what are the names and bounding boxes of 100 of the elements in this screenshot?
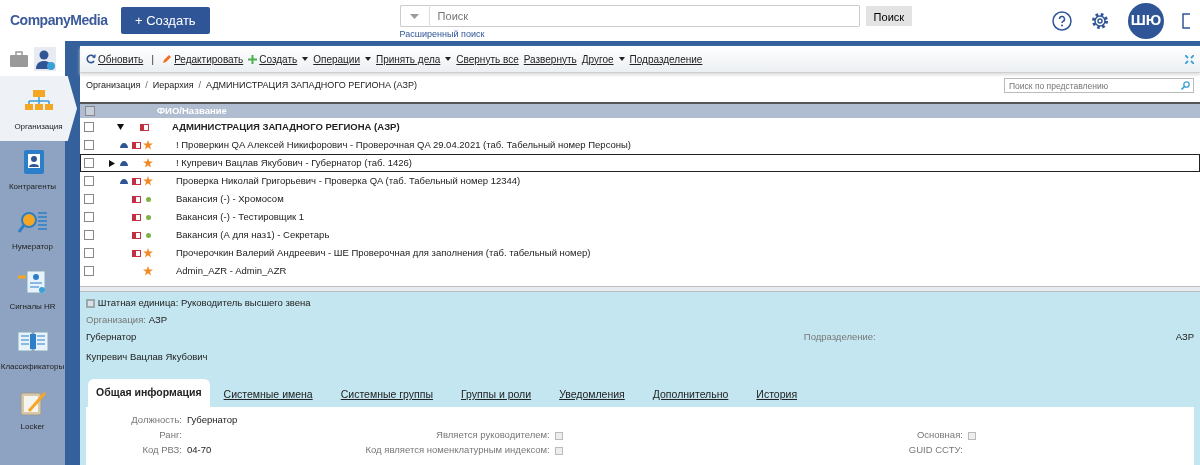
tab[interactable]: Дополнительно [638,383,743,407]
row-checkbox[interactable] [84,212,94,222]
tree-row[interactable]: Вакансия (-) - Тестировщик 1 [80,208,1200,226]
tab[interactable]: История [742,383,812,407]
row-checkbox[interactable] [84,176,94,186]
star-icon [143,248,153,258]
field-label: Должность: [130,413,182,428]
tree-row[interactable]: АДМИНИСТРАЦИЯ ЗАПАДНОГО РЕГИОНА (АЗР) [80,118,1200,136]
tree-row[interactable]: Вакансия (А для наз1) - Секретарь [80,226,1200,244]
row-title: Прочерочкин Валерий Андреевич - ШЕ Проверочная для заполнения (таб. табельный номер) [176,245,591,260]
tab[interactable]: Уведомления [545,383,639,407]
collapsed-icon[interactable] [109,159,115,167]
checkbox[interactable] [554,431,563,440]
toolbar-item[interactable]: Редактировать [162,51,244,67]
card-icon [139,123,149,131]
search-scope-dropdown[interactable] [399,5,430,27]
expanded-icon[interactable] [116,124,124,130]
row-checkbox[interactable] [84,122,94,132]
tree-row[interactable]: Проверка Николай Григорьевич - Проверка QA (таб. Табельный номер 12344) [80,172,1200,190]
person-icon [120,142,128,148]
create-button[interactable]: + Создать [121,6,210,35]
checkbox[interactable] [967,431,976,440]
breadcrumb-link[interactable]: АДМИНИСТРАЦИЯ ЗАПАДНОГО РЕГИОНА (АЗР) [206,78,417,93]
row-checkbox[interactable] [84,140,94,150]
toolbar-item[interactable]: Подразделение [629,51,703,67]
plus-icon [248,54,258,64]
tab[interactable]: Группы и роли [447,383,546,407]
card-icon [131,231,141,239]
settings-icon[interactable] [1090,10,1110,31]
tab[interactable]: Системные имена [209,383,327,407]
sidebar-item[interactable]: Locker [0,381,65,441]
toolbar-item[interactable]: Принять дела [376,51,452,67]
field-label: GUID ССТУ: [907,443,963,458]
toolbar-item[interactable]: Создать [248,51,309,67]
toolbar-item[interactable]: Другое [581,51,625,67]
card-icon [131,213,141,221]
star-icon [143,140,153,150]
advanced-search-link[interactable]: Расширенный поиск [399,29,485,39]
checkbox[interactable] [554,446,563,455]
select-all-checkbox[interactable] [85,106,95,116]
help-icon[interactable] [1052,10,1072,31]
user-avatar[interactable]: ШЮ [1128,2,1164,39]
logo[interactable]: CompanyMedia [10,10,120,31]
row-checkbox[interactable] [84,158,94,168]
caret-icon[interactable] [302,57,309,61]
tree-row[interactable]: ! Проверкин QA Алексей Никифорович - Проверочная QA 29.04.2021 (таб. Табельный номер Персоны) [80,136,1200,154]
card-icon [131,141,141,149]
star-icon [143,176,153,186]
search-icon[interactable] [1181,81,1190,90]
row-title: АДМИНИСТРАЦИЯ ЗАПАДНОГО РЕГИОНА (АЗР) [172,119,400,134]
caret-icon[interactable] [365,57,371,61]
tab[interactable]: Системные группы [326,383,447,407]
sidebar-item[interactable]: Классификаторы [0,321,65,381]
sidebar-item[interactable]: Контрагенты [0,141,65,201]
toolbar-item[interactable]: Свернуть все [456,51,519,67]
field-label: Код РВЗ: [141,443,182,458]
row-checkbox[interactable] [84,230,94,240]
row-checkbox[interactable] [84,194,94,204]
tree-row[interactable]: Прочерочкин Валерий Андреевич - ШЕ Проверочная для заполнения (таб. табельный номер) [80,244,1200,262]
pencil-icon [162,54,173,64]
field-label: Основная: [915,428,963,443]
caret-icon[interactable] [445,57,452,61]
dot-icon [145,196,151,202]
search-button[interactable]: Поиск [865,6,913,26]
row-title: ! Купревич Вацлав Якубович - Губернатор (таб. 1426) [176,155,412,170]
row-checkbox[interactable] [84,248,94,258]
tab[interactable]: Общая информация [88,379,210,407]
sidebar-item[interactable]: Сигналы HR [0,261,65,321]
caret-icon[interactable] [618,57,625,61]
sidebar-item[interactable]: Организация [0,76,77,141]
breadcrumb-separator: / [145,78,148,92]
search-field[interactable]: Поиск [429,5,860,27]
field-label: Ранг: [158,428,182,443]
view-search-field[interactable]: Поиск по представлению [1004,78,1194,93]
logout-icon[interactable] [1182,11,1190,30]
panel-title: Штатная единица: Руководитель высшего звена [97,296,311,310]
field-value: Губернатор [187,413,238,428]
field-value: АЗР [148,313,167,327]
row-checkbox[interactable] [84,266,94,276]
breadcrumb-separator: / [198,78,202,92]
field-label: Подразделение: [803,330,876,344]
tree-row[interactable]: ! Купревич Вацлав Якубович - Губернатор (таб. 1426) [80,154,1200,172]
toolbar-item[interactable]: Обновить [86,51,144,67]
refresh-icon [86,54,96,64]
expand-icon[interactable] [1185,54,1194,64]
toolbar-item[interactable]: Операции [313,51,371,67]
person-name: Купревич Вацлав Якубович [86,349,209,364]
person-icon [120,160,128,166]
tree-row[interactable]: Вакансия (-) - Хромосом [80,190,1200,208]
star-icon [143,158,153,168]
toolbar-item[interactable]: Развернуть [523,51,577,67]
tree-row[interactable]: Admin_AZR - Admin_AZR [80,262,1200,280]
breadcrumb-link[interactable]: Иерархия [152,78,194,93]
card-icon [131,195,141,203]
user-icon[interactable] [33,46,56,71]
sidebar-item[interactable]: Нумератор [0,201,65,261]
dot-icon [145,214,151,220]
row-title: Вакансия (-) - Хромосом [176,191,284,206]
briefcase-icon[interactable] [9,50,28,67]
collapse-icon[interactable] [86,298,95,308]
